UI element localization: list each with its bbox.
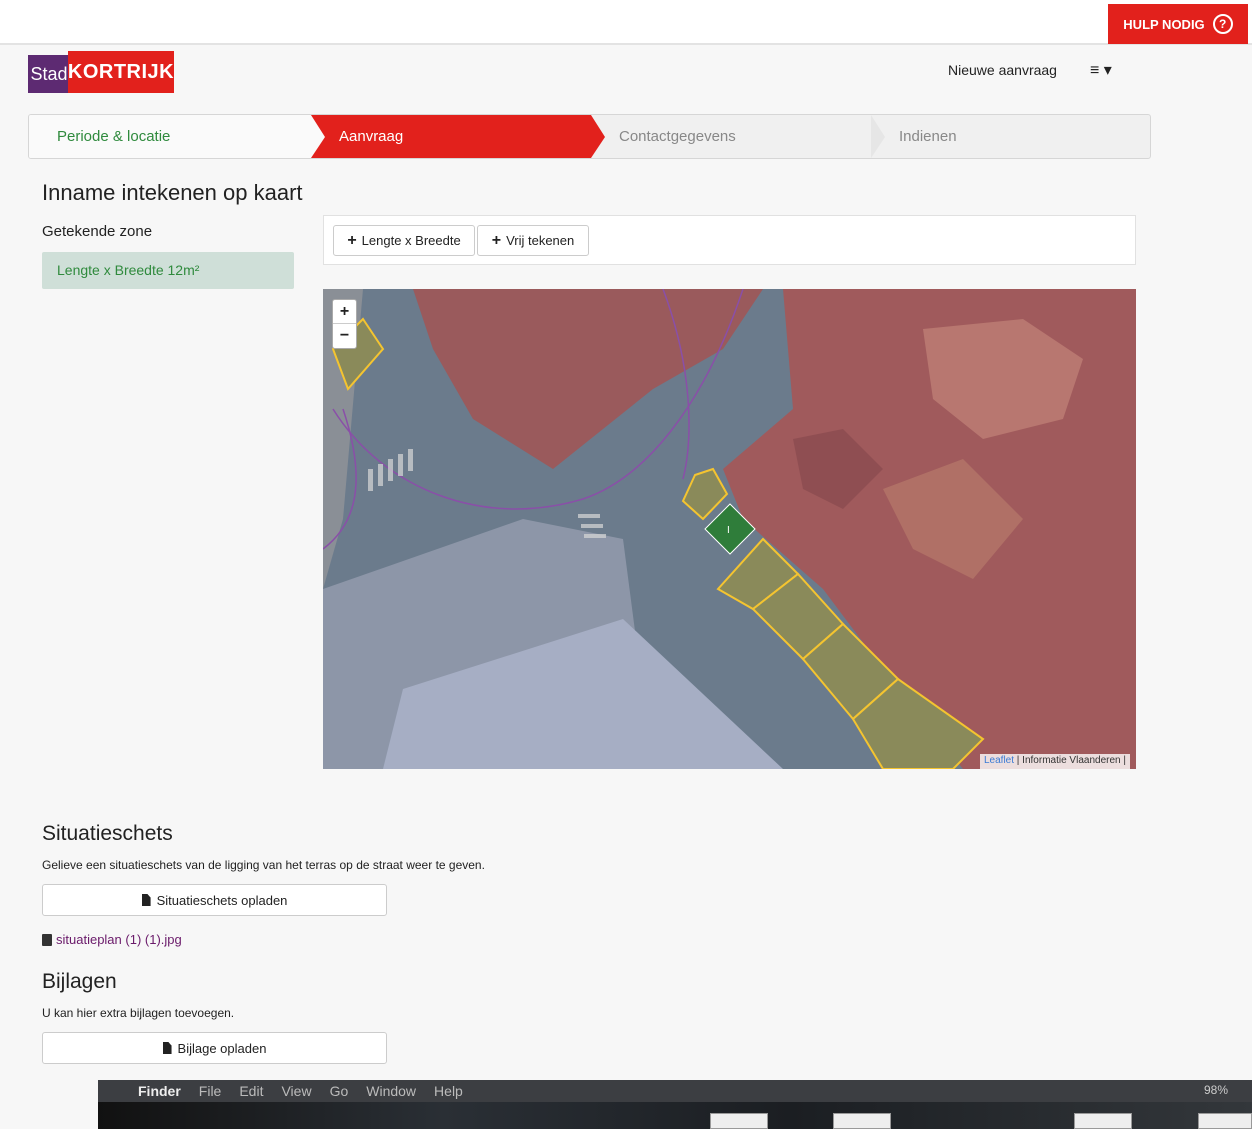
help-label: HULP NODIG xyxy=(1123,16,1205,32)
upload-situatieschets-button[interactable]: Situatieschets opladen xyxy=(42,884,387,916)
map-tiles: I xyxy=(323,289,1136,769)
file-icon xyxy=(141,894,151,906)
bijlagen-heading: Bijlagen xyxy=(42,970,117,993)
bijlagen-description: U kan hier extra bijlagen toevoegen. xyxy=(42,1006,235,1020)
map[interactable]: I xyxy=(323,289,1136,769)
menu-go[interactable]: Go xyxy=(330,1083,349,1099)
zoom-out-button[interactable]: − xyxy=(333,324,356,348)
step-separator xyxy=(311,115,325,158)
zoom-in-button[interactable]: + xyxy=(333,300,356,324)
menu-help[interactable]: Help xyxy=(434,1083,463,1099)
menu-edit[interactable]: Edit xyxy=(239,1083,263,1099)
step-separator xyxy=(591,115,605,158)
free-draw-button[interactable]: + Vrij tekenen xyxy=(477,225,589,256)
desktop-file-thumbnail[interactable] xyxy=(710,1113,768,1129)
step-aanvraag[interactable]: Aanvraag xyxy=(311,115,591,158)
add-length-width-label: Lengte x Breedte xyxy=(361,233,461,248)
top-bar: HULP NODIG ? xyxy=(0,0,1252,45)
map-zoom-control: + − xyxy=(332,299,357,349)
question-circle-icon: ? xyxy=(1212,14,1233,34)
map-attribution: Leaflet | Informatie Vlaanderen | xyxy=(980,754,1130,769)
upload-situatieschets-label: Situatieschets opladen xyxy=(156,892,288,908)
desktop-file-thumbnail[interactable] xyxy=(1198,1113,1252,1129)
menu-window[interactable]: Window xyxy=(366,1083,416,1099)
logo-kortrijk: KORTRIJK xyxy=(68,51,174,93)
upload-bijlage-label: Bijlage opladen xyxy=(177,1040,267,1056)
file-icon xyxy=(162,1042,172,1054)
situatieschets-heading: Situatieschets xyxy=(42,822,173,845)
free-draw-label: Vrij tekenen xyxy=(506,233,575,248)
upload-bijlage-button[interactable]: Bijlage opladen xyxy=(42,1032,387,1064)
drawn-zone-item[interactable]: Lengte x Breedte 12m² xyxy=(42,252,294,289)
plus-icon: + xyxy=(491,231,502,249)
hamburger-menu-icon[interactable]: ≡ ▾ xyxy=(1090,60,1112,80)
step-contactgegevens: Contactgegevens xyxy=(619,128,736,145)
drawn-zone-label: Getekende zone xyxy=(42,223,153,240)
draw-toolbar: + Lengte x Breedte + Vrij tekenen xyxy=(323,215,1136,265)
step-indienen: Indienen xyxy=(899,128,957,145)
menu-finder[interactable]: Finder xyxy=(138,1083,181,1099)
desktop-file-thumbnail[interactable] xyxy=(833,1113,891,1129)
nav-new-request[interactable]: Nieuwe aanvraag xyxy=(948,62,1057,78)
desktop-file-thumbnail[interactable] xyxy=(1074,1113,1132,1129)
help-button[interactable]: HULP NODIG ? xyxy=(1108,4,1248,44)
uploaded-file: situatieplan (1) (1).jpg xyxy=(42,932,182,947)
step-separator xyxy=(871,115,885,158)
leaflet-link[interactable]: Leaflet xyxy=(984,755,1014,766)
situatieschets-description: Gelieve een situatieschets van de liggin… xyxy=(42,858,485,872)
menu-file[interactable]: File xyxy=(199,1083,222,1099)
step-periode-locatie[interactable]: Periode & locatie xyxy=(29,115,311,158)
logo-stad: Stad xyxy=(28,55,70,93)
svg-text:I: I xyxy=(727,525,730,536)
trash-icon[interactable] xyxy=(42,933,52,946)
add-length-width-button[interactable]: + Lengte x Breedte xyxy=(333,225,475,256)
progress-steps: Periode & locatie Aanvraag Contactgegeve… xyxy=(28,114,1151,159)
uploaded-file-link[interactable]: situatieplan (1) (1).jpg xyxy=(56,932,182,947)
menu-bar-status: 98% xyxy=(1204,1083,1246,1097)
desktop-background xyxy=(98,1102,1252,1129)
menu-view[interactable]: View xyxy=(281,1083,311,1099)
plus-icon: + xyxy=(347,231,357,249)
attribution-text: | Informatie Vlaanderen | xyxy=(1014,755,1126,766)
macos-menu-bar: Finder File Edit View Go Window Help 98% xyxy=(98,1080,1252,1102)
page-title: Inname intekenen op kaart xyxy=(42,180,303,205)
logo-stad-kortrijk[interactable]: Stad KORTRIJK xyxy=(28,51,174,93)
battery-percent[interactable]: 98% xyxy=(1204,1083,1228,1097)
